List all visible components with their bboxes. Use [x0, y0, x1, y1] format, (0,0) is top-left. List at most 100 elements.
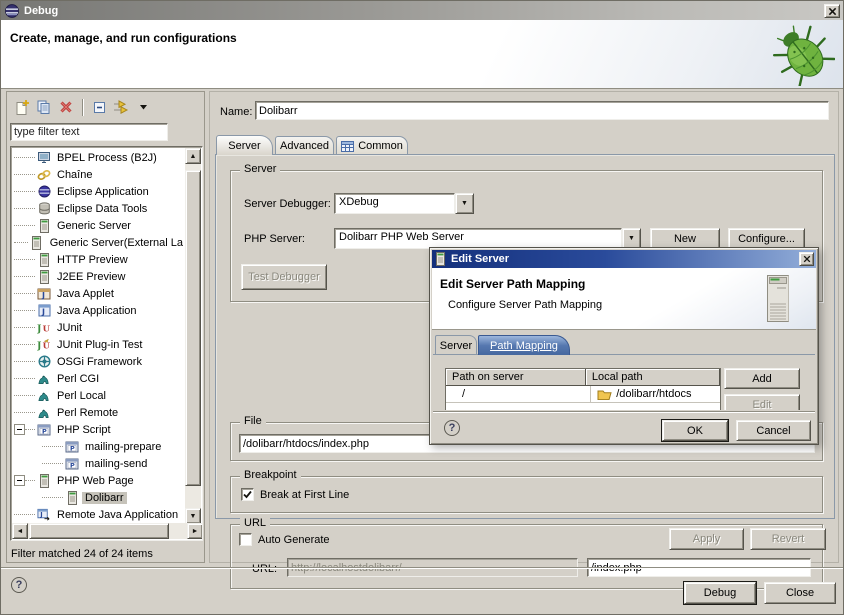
column-header-local-path[interactable]: Local path — [586, 369, 720, 386]
dialog-tab-server[interactable]: Server — [435, 335, 477, 355]
tree-item-mailing-prepare[interactable]: Pmailing-prepare — [12, 438, 186, 455]
filter-input[interactable] — [10, 123, 168, 141]
revert-button[interactable]: Revert — [750, 528, 826, 550]
tree-item-junit[interactable]: JUJUnit — [12, 319, 186, 336]
tree-item-bpel-process-b2j[interactable]: BPEL Process (B2J) — [12, 149, 186, 166]
ok-button[interactable]: OK — [662, 420, 728, 441]
tree-item-label: Dolibarr — [82, 492, 127, 504]
cancel-button[interactable]: Cancel — [736, 420, 811, 441]
tree-item-eclipse-application[interactable]: Eclipse Application — [12, 183, 186, 200]
filter-button[interactable] — [110, 98, 132, 117]
combo-dropdown-icon[interactable]: ▼ — [622, 228, 641, 249]
checkmark-icon — [243, 490, 252, 499]
tree-item-osgi-framework[interactable]: OSGi Framework — [12, 353, 186, 370]
tree-item-http-preview[interactable]: HTTP Preview — [12, 251, 186, 268]
tree-item-generic-server-external-la[interactable]: Generic Server(External La — [12, 234, 186, 251]
tree-item-remote-java-application[interactable]: JRemote Java Application — [12, 506, 186, 523]
tree-item-perl-remote[interactable]: Perl Remote — [12, 404, 186, 421]
tree-item-label: JUnit — [54, 322, 85, 334]
delete-button[interactable] — [55, 98, 77, 117]
add-mapping-button[interactable]: Add — [724, 368, 800, 389]
column-header-path-on-server[interactable]: Path on server — [446, 369, 586, 386]
path-mapping-row[interactable]: //dolibarr/htdocs — [446, 386, 720, 402]
local-path-text: /dolibarr/htdocs — [616, 388, 691, 400]
new-configuration-button[interactable] — [11, 98, 33, 117]
tab-common[interactable]: Common — [336, 136, 408, 155]
tree-item-j2ee-preview[interactable]: J2EE Preview — [12, 268, 186, 285]
dialog-help-icon[interactable]: ? — [444, 420, 460, 436]
tree-item-mailing-send[interactable]: Pmailing-send — [12, 455, 186, 472]
remote-java-icon: J — [37, 508, 51, 522]
tree-connector — [42, 463, 63, 465]
eclipse-icon — [5, 4, 19, 18]
edit-server-dialog: Edit Server Edit Server Path Mapping Con… — [429, 247, 819, 445]
scroll-up-button[interactable]: ▲ — [185, 148, 201, 164]
tree-item-java-application[interactable]: JJava Application — [12, 302, 186, 319]
tree-connector — [14, 293, 35, 295]
dialog-subheading: Configure Server Path Mapping — [448, 299, 602, 311]
tab-server[interactable]: Server — [216, 135, 273, 155]
tree-item-php-script[interactable]: PPHP Script — [12, 421, 186, 438]
tree-connector — [14, 395, 35, 397]
tree-connector — [14, 259, 35, 261]
junit-plugin-icon: JU — [37, 338, 51, 352]
dialog-titlebar: Edit Server — [432, 250, 816, 268]
collapse-all-button[interactable] — [88, 98, 110, 117]
combo-dropdown-icon[interactable]: ▼ — [455, 193, 474, 214]
tree-item-cha-ne[interactable]: Chaîne — [12, 166, 186, 183]
tree-item-perl-cgi[interactable]: Perl CGI — [12, 370, 186, 387]
php-server-combo[interactable]: Dolibarr PHP Web Server ▼ — [334, 228, 641, 249]
test-debugger-button[interactable]: Test Debugger — [241, 264, 327, 290]
path-mapping-content: Path on server Local path //dolibarr/htd… — [433, 354, 815, 410]
auto-generate-checkbox[interactable] — [239, 533, 252, 546]
tree-item-eclipse-data-tools[interactable]: Eclipse Data Tools — [12, 200, 186, 217]
tree-connector — [14, 327, 35, 329]
scroll-left-button[interactable]: ◄ — [12, 523, 28, 539]
new-server-button[interactable]: New — [650, 228, 720, 249]
edit-mapping-button[interactable]: Edit — [724, 394, 800, 410]
server-icon — [37, 474, 51, 488]
dialog-tab-path-mapping[interactable]: Path Mapping — [478, 335, 570, 355]
svg-text:J: J — [39, 511, 42, 519]
tree-item-perl-local[interactable]: Perl Local — [12, 387, 186, 404]
bug-icon — [773, 20, 835, 89]
tab-advanced[interactable]: Advanced — [275, 136, 334, 155]
tree-connector — [25, 480, 35, 482]
tree-item-label: Perl Remote — [54, 407, 121, 419]
chain-icon — [37, 168, 51, 182]
help-icon[interactable]: ? — [11, 577, 27, 593]
duplicate-button[interactable] — [33, 98, 55, 117]
tree-item-junit-plug-in-test[interactable]: JUJUnit Plug-in Test — [12, 336, 186, 353]
configure-server-button[interactable]: Configure... — [728, 228, 805, 249]
tree-item-label: Perl CGI — [54, 373, 102, 385]
name-input[interactable] — [255, 101, 829, 120]
tree-item-java-applet[interactable]: JJava Applet — [12, 285, 186, 302]
svg-text:P: P — [70, 461, 75, 469]
tree-item-label: Java Application — [54, 305, 140, 317]
collapse-expander-icon[interactable] — [14, 475, 25, 486]
php-server-label: PHP Server: — [244, 233, 305, 245]
tree-connector — [14, 191, 35, 193]
local-path-cell: /dolibarr/htdocs — [591, 386, 720, 402]
tree-item-dolibarr[interactable]: Dolibarr — [12, 489, 186, 506]
tree-item-php-web-page[interactable]: PHP Web Page — [12, 472, 186, 489]
server-debugger-label: Server Debugger: — [244, 198, 331, 210]
server-debugger-combo[interactable]: XDebug ▼ — [334, 193, 474, 214]
window-close-button[interactable] — [824, 4, 840, 18]
collapse-expander-icon[interactable] — [14, 424, 25, 435]
horizontal-scroll-thumb[interactable] — [29, 523, 169, 539]
debug-button[interactable]: Debug — [684, 582, 756, 604]
apply-button[interactable]: Apply — [669, 528, 744, 550]
close-button[interactable]: Close — [764, 582, 836, 604]
break-at-first-line-checkbox[interactable] — [241, 488, 254, 501]
tree-item-generic-server[interactable]: Generic Server — [12, 217, 186, 234]
scroll-right-button[interactable]: ► — [187, 523, 203, 539]
vertical-scroll-thumb[interactable] — [185, 170, 201, 486]
configurations-toolbar — [11, 96, 201, 118]
dialog-close-button[interactable] — [799, 252, 814, 266]
filter-menu-button[interactable] — [132, 98, 154, 117]
url-group-legend: URL — [240, 517, 270, 529]
empty-table-row — [446, 402, 720, 410]
scroll-down-button[interactable]: ▼ — [185, 508, 201, 524]
tree-connector — [14, 378, 35, 380]
